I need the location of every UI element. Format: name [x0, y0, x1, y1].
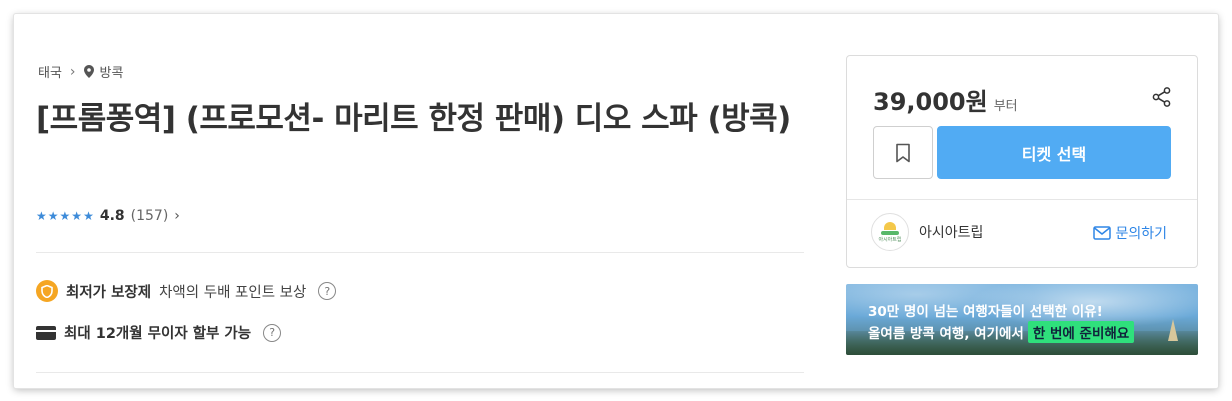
rating-summary[interactable]: ★ ★ ★ ★ ★ 4.8 (157) › — [36, 208, 180, 224]
share-icon[interactable] — [1151, 86, 1173, 112]
rating-stars: ★ ★ ★ ★ ★ — [36, 210, 94, 222]
bookmark-icon — [896, 143, 910, 162]
promo-banner[interactable]: 30만 명이 넘는 여행자들이 선택한 이유! 올여름 방콕 여행, 여기에서 … — [846, 284, 1198, 355]
banner-line2: 올여름 방콕 여행, 여기에서 한 번에 준비해요 — [868, 321, 1135, 343]
best-price-guarantee: 최저가 보장제 차액의 두배 포인트 보상 ? — [36, 280, 337, 302]
select-ticket-button[interactable]: 티켓 선택 — [937, 126, 1171, 179]
price-display: 39,000원 부터 — [873, 82, 1018, 117]
star-icon: ★ — [71, 209, 83, 223]
banner-line2-text: 올여름 방콕 여행, 여기에서 — [868, 326, 1024, 342]
price-amount: 39,000원 — [873, 88, 988, 116]
chevron-right-icon: › — [69, 63, 76, 80]
product-title: [프롬퐁역] (프로모션- 마리트 한정 판매) 디오 스파 (방콕) — [36, 101, 791, 137]
breadcrumb-country[interactable]: 태국 — [38, 62, 62, 81]
banner-line1: 30만 명이 넘는 여행자들이 선택한 이유! — [868, 304, 1103, 320]
star-icon: ★ — [47, 209, 59, 223]
seller-info[interactable]: 아시아트립 아시아트립 — [871, 213, 983, 251]
inquiry-label: 문의하기 — [1115, 226, 1167, 242]
inquiry-link[interactable]: 문의하기 — [1093, 223, 1167, 243]
star-icon: ★ — [83, 209, 94, 223]
map-pin-icon — [83, 65, 94, 78]
help-icon[interactable]: ? — [263, 323, 282, 342]
star-icon: ★ — [36, 209, 47, 223]
seller-logo-text: 아시아트립 — [878, 236, 902, 243]
installment-text: 최대 12개월 무이자 할부 가능 — [64, 326, 252, 342]
star-icon: ★ — [59, 209, 71, 223]
help-icon[interactable]: ? — [318, 282, 337, 300]
product-page: 태국 › 방콕 [프롬퐁역] (프로모션- 마리트 한정 판매) 디오 스파 (… — [14, 14, 1218, 388]
breadcrumb: 태국 › 방콕 — [38, 62, 124, 82]
divider — [36, 372, 804, 373]
rating-score: 4.8 — [99, 208, 125, 224]
chevron-right-icon: › — [174, 208, 180, 224]
booking-card: 39,000원 부터 티켓 선택 아시아트립 아시아트립 문의하기 — [846, 55, 1198, 268]
review-count: (157) — [130, 208, 169, 224]
shield-icon — [36, 280, 58, 302]
divider — [847, 199, 1197, 200]
seller-name: 아시아트립 — [919, 225, 984, 241]
best-price-desc: 차액의 두배 포인트 보상 — [159, 284, 307, 301]
price-suffix: 부터 — [993, 99, 1018, 114]
bookmark-button[interactable] — [873, 126, 933, 179]
installment-info: 최대 12개월 무이자 할부 가능 ? — [36, 322, 282, 343]
banner-highlight: 한 번에 준비해요 — [1027, 321, 1135, 343]
best-price-title: 최저가 보장제 — [66, 284, 152, 301]
mail-icon — [1093, 226, 1112, 240]
divider — [36, 252, 804, 253]
breadcrumb-city[interactable]: 방콕 — [100, 62, 124, 81]
seller-logo: 아시아트립 — [871, 213, 909, 251]
card-icon — [36, 325, 56, 340]
